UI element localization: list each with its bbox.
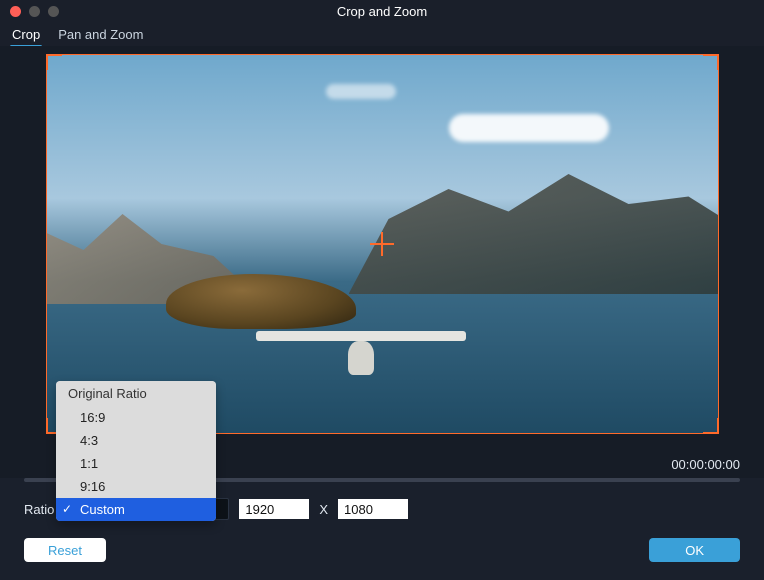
ratio-label: Ratio <box>24 502 54 517</box>
tab-crop[interactable]: Crop <box>10 24 42 45</box>
crop-handle-tl[interactable] <box>46 54 62 70</box>
width-input[interactable] <box>239 499 309 519</box>
ratio-option-4-3[interactable]: 4:3 <box>56 429 216 452</box>
ratio-option-1-1[interactable]: 1:1 <box>56 452 216 475</box>
ratio-option-16-9[interactable]: 16:9 <box>56 406 216 429</box>
ratio-dropdown: Original Ratio 16:9 4:3 1:1 9:16 Custom <box>56 381 216 521</box>
dimension-separator: X <box>319 502 328 517</box>
titlebar: Crop and Zoom <box>0 0 764 22</box>
footer: Reset OK <box>0 526 764 574</box>
crop-frame[interactable] <box>46 54 719 434</box>
ratio-option-9-16[interactable]: 9:16 <box>56 475 216 498</box>
ok-button[interactable]: OK <box>649 538 740 562</box>
tab-pan-zoom[interactable]: Pan and Zoom <box>56 24 145 45</box>
crop-handle-tr[interactable] <box>703 54 719 70</box>
crop-handle-br[interactable] <box>703 418 719 434</box>
reset-button[interactable]: Reset <box>24 538 106 562</box>
timecode: 00:00:00:00 <box>671 457 740 472</box>
dropdown-header[interactable]: Original Ratio <box>56 381 216 406</box>
window-title: Crop and Zoom <box>0 4 764 19</box>
video-preview[interactable] <box>46 54 719 434</box>
height-input[interactable] <box>338 499 408 519</box>
tab-bar: Crop Pan and Zoom <box>0 22 764 46</box>
ratio-option-custom[interactable]: Custom <box>56 498 216 521</box>
